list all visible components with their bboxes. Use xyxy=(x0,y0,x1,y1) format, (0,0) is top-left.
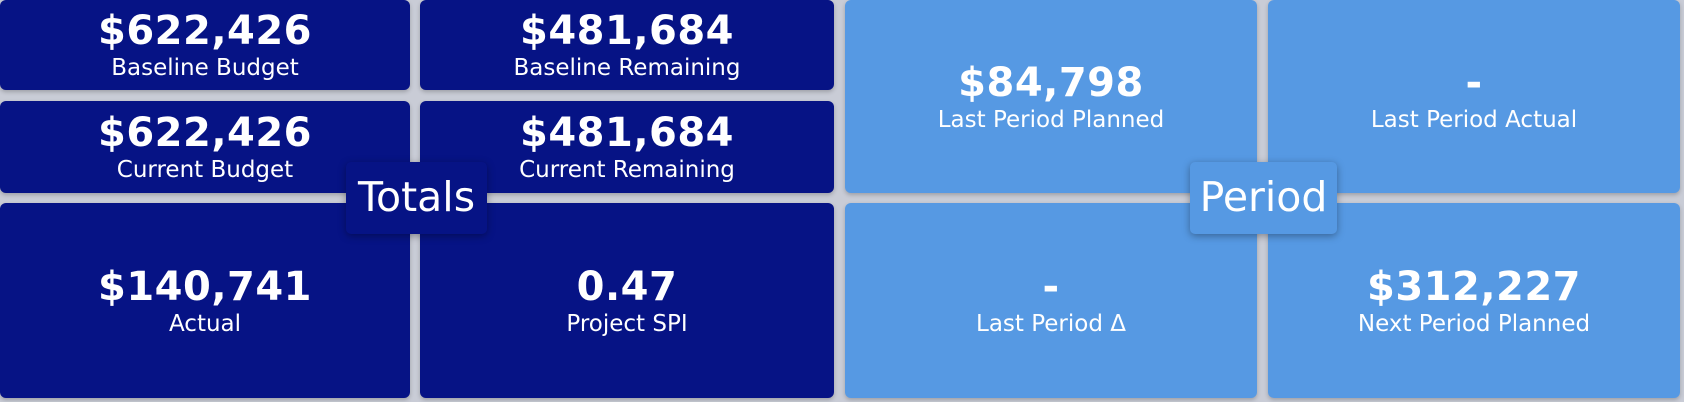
current-budget-value: $622,426 xyxy=(97,110,313,156)
actual-label: Actual xyxy=(168,310,242,337)
current-remaining-label: Current Remaining xyxy=(519,157,735,183)
next-period-planned-value: $312,227 xyxy=(1366,263,1582,310)
project-spi-label: Project SPI xyxy=(566,310,688,337)
baseline-budget-card: $622,426 Baseline Budget xyxy=(0,0,410,90)
current-remaining-value: $481,684 xyxy=(519,110,735,156)
project-spi-value: 0.47 xyxy=(576,263,678,310)
last-period-actual-label: Last Period Actual xyxy=(1370,106,1578,133)
period-section-label: Period xyxy=(1190,162,1337,234)
last-period-delta-label: Last Period Δ xyxy=(976,310,1126,337)
last-period-delta-value: - xyxy=(1042,263,1060,310)
baseline-budget-value: $622,426 xyxy=(97,8,313,54)
baseline-budget-label: Baseline Budget xyxy=(111,55,299,81)
current-budget-label: Current Budget xyxy=(116,157,294,183)
last-period-actual-value: - xyxy=(1465,59,1483,106)
actual-value: $140,741 xyxy=(97,263,313,310)
next-period-planned-label: Next Period Planned xyxy=(1357,310,1591,337)
baseline-remaining-card: $481,684 Baseline Remaining xyxy=(420,0,834,90)
last-period-planned-value: $84,798 xyxy=(958,59,1144,106)
baseline-remaining-value: $481,684 xyxy=(519,8,735,54)
last-period-planned-label: Last Period Planned xyxy=(937,106,1165,133)
baseline-remaining-label: Baseline Remaining xyxy=(513,55,741,81)
totals-section-label: Totals xyxy=(346,162,487,234)
